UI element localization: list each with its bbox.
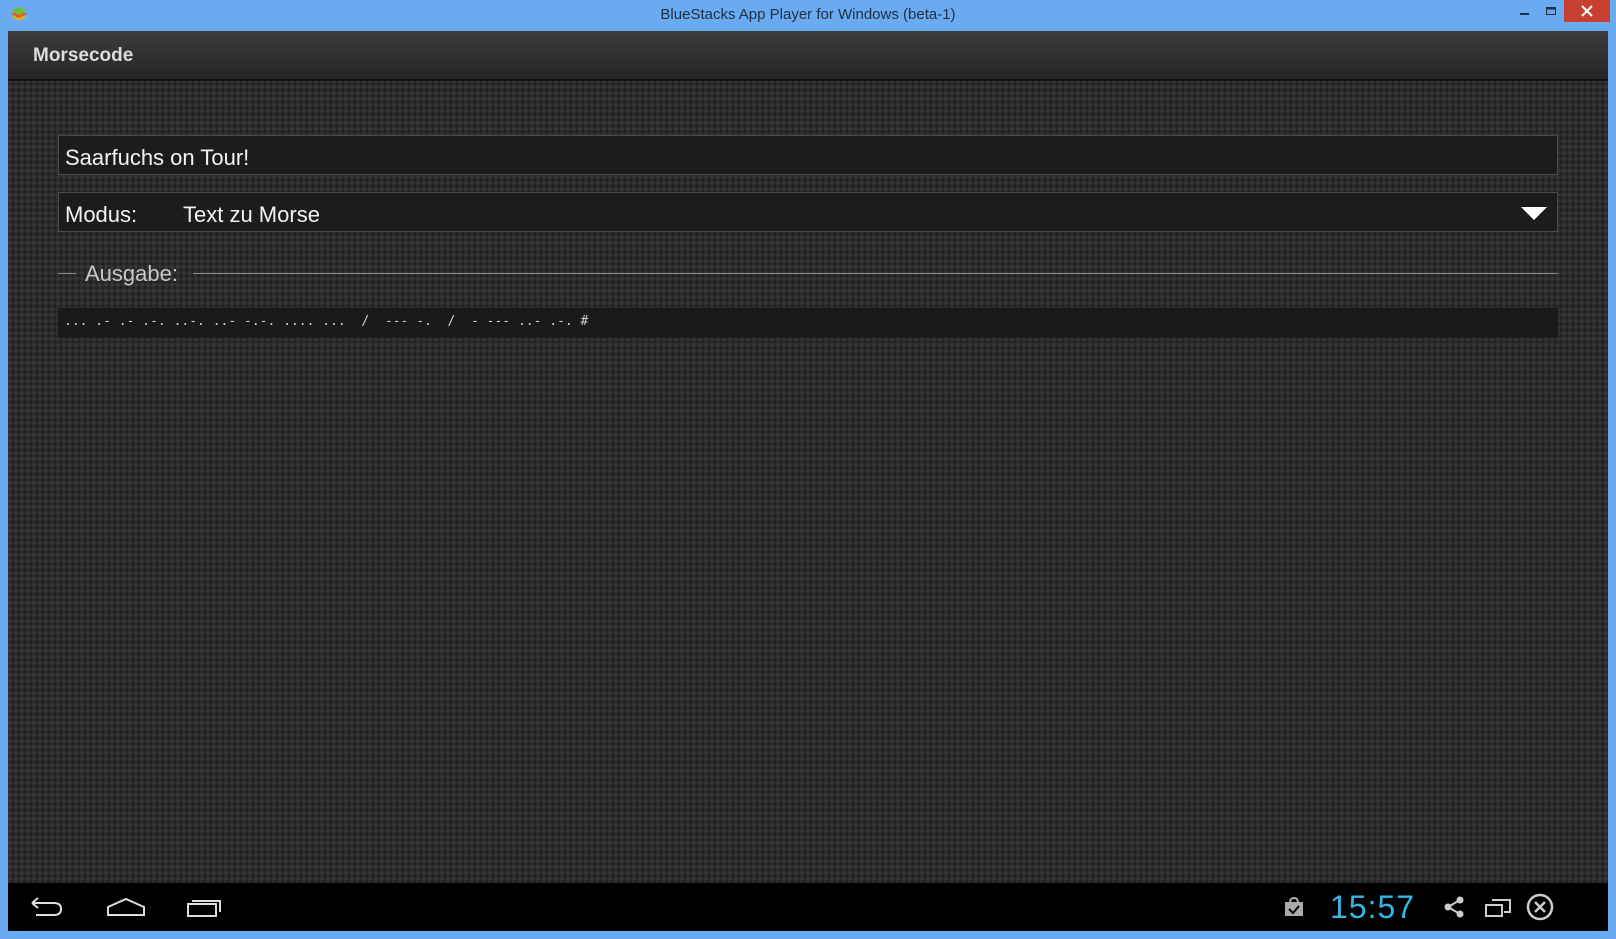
close-window-button[interactable] [1564, 0, 1610, 22]
back-button[interactable] [24, 883, 68, 931]
input-value[interactable]: Saarfuchs on Tour! [65, 145, 249, 171]
system-navigation-bar: 15:57 [8, 883, 1608, 931]
divider [193, 273, 1558, 274]
minimize-button[interactable] [1512, 0, 1538, 24]
divider [58, 273, 76, 274]
recent-apps-button[interactable] [180, 883, 228, 931]
morse-output: ... .- .- .-. ..-. ..- -.-. .... ... / -… [64, 314, 589, 329]
store-button[interactable] [1280, 883, 1308, 931]
share-button[interactable] [1440, 883, 1468, 931]
home-button[interactable] [102, 883, 150, 931]
store-icon [1285, 896, 1303, 916]
app-title: Morsecode [33, 45, 134, 66]
mode-value[interactable]: Text zu Morse [183, 202, 320, 228]
back-icon [31, 897, 63, 916]
output-box: ... .- .- .-. ..-. ..- -.-. .... ... / -… [58, 308, 1558, 338]
output-label: Ausgabe: [85, 261, 178, 286]
clock: 15:57 [1330, 889, 1416, 925]
recent-apps-icon [187, 900, 221, 917]
maximize-button[interactable] [1538, 0, 1564, 24]
text-input-field[interactable]: Saarfuchs on Tour! [58, 135, 1558, 175]
minimize-icon [1520, 13, 1529, 15]
mode-label: Modus: [65, 202, 138, 227]
window-title: BlueStacks App Player for Windows (beta-… [660, 6, 956, 23]
home-icon [107, 897, 145, 916]
close-app-icon [1526, 893, 1554, 921]
share-icon [1444, 896, 1464, 918]
dropdown-arrow-icon[interactable] [1521, 207, 1547, 221]
window-toggle-button[interactable] [1482, 883, 1514, 931]
close-icon [1581, 5, 1593, 17]
close-app-button[interactable] [1524, 883, 1556, 931]
output-section-header: Ausgabe: [58, 261, 1558, 287]
window-icon [1485, 899, 1511, 917]
maximize-icon [1546, 7, 1556, 15]
window-titlebar: BlueStacks App Player for Windows (beta-… [0, 0, 1616, 31]
android-screen: Morsecode Saarfuchs on Tour! Modus: Text… [8, 31, 1608, 931]
action-bar: Morsecode [8, 31, 1608, 81]
mode-spinner[interactable]: Modus: Text zu Morse [58, 192, 1558, 232]
